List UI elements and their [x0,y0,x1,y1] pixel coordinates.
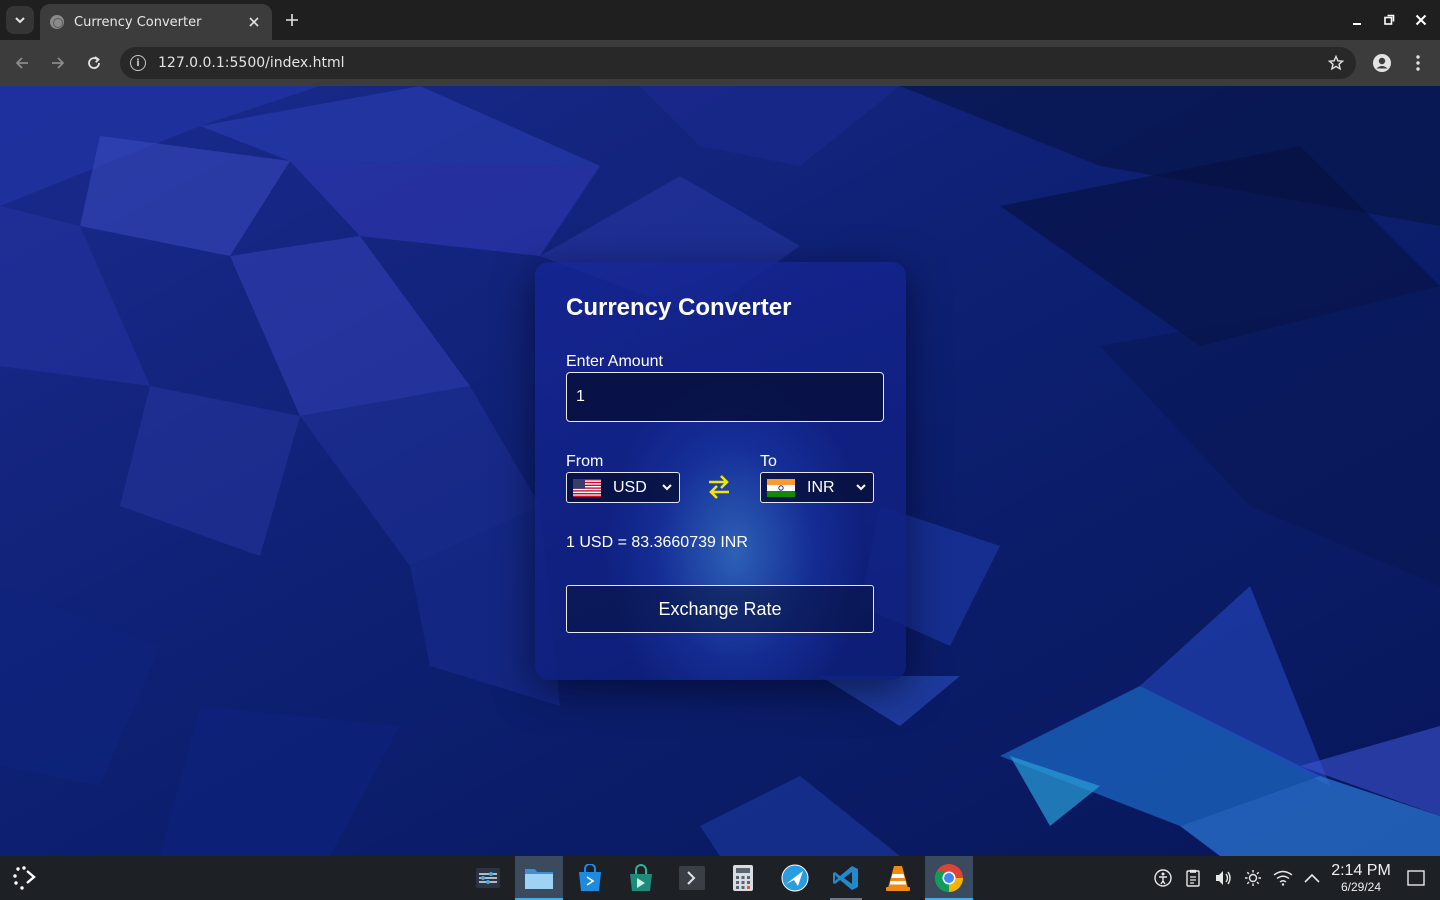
us-flag-icon [573,478,601,497]
close-icon [249,17,259,27]
from-label: From [566,453,604,470]
chrome-icon [934,864,963,893]
tray-expand-button[interactable] [1302,868,1322,888]
to-label: To [760,453,777,470]
arrow-left-icon [15,57,28,69]
kebab-menu-icon [1416,55,1420,71]
launcher-icon [13,866,36,890]
from-currency-value: USD [613,478,647,496]
swap-currencies-button[interactable] [707,472,731,502]
taskbar-vscode[interactable] [822,856,870,900]
taskbar-discover[interactable] [566,856,614,900]
minimize-icon [1353,23,1361,25]
chevron-up-icon [1304,873,1320,883]
restore-button[interactable] [1379,10,1399,30]
tab-title: Currency Converter [74,14,202,30]
amount-input[interactable]: 1 [566,372,884,422]
tray-accessibility[interactable] [1153,868,1173,888]
taskbar-terminal[interactable] [668,856,716,900]
browser-toolbar: i 127.0.0.1:5500/index.html [0,40,1440,86]
close-icon [1415,14,1427,26]
back-button[interactable] [10,51,34,75]
star-icon [1328,55,1344,71]
close-tab-button[interactable] [246,14,262,30]
reload-button[interactable] [82,51,106,75]
tray-volume[interactable] [1213,868,1233,888]
globe-icon [50,15,64,29]
system-clock[interactable]: 2:14 PM 6/29/24 [1324,862,1398,894]
swap-arrows-icon [709,475,729,499]
tray-clipboard[interactable] [1183,868,1203,888]
file-manager-icon [525,869,553,889]
tray-brightness[interactable] [1243,868,1263,888]
browser-icon [781,864,809,892]
taskbar-store[interactable] [617,856,665,900]
india-flag-icon [767,478,795,497]
address-bar[interactable]: i 127.0.0.1:5500/index.html [120,47,1356,79]
amount-label: Enter Amount [566,353,663,370]
active-tab[interactable]: Currency Converter [40,4,272,40]
page-viewport: Currency Converter Enter Amount 1 From U… [0,86,1440,856]
plus-icon [286,14,298,26]
taskbar-calculator[interactable] [719,856,767,900]
exchange-rate-result: 1 USD = 83.3660739 INR [566,534,748,551]
tray-wifi[interactable] [1273,868,1293,888]
chevron-down-icon [855,483,867,493]
close-window-button[interactable] [1411,10,1431,30]
clock-time: 2:14 PM [1331,862,1391,879]
new-tab-button[interactable] [280,8,304,32]
converter-card: Currency Converter Enter Amount 1 From U… [535,262,906,680]
restore-icon [1384,14,1395,25]
show-desktop-button[interactable] [1406,868,1426,888]
system-settings-icon [476,868,500,888]
bookmark-star-button[interactable] [1322,49,1350,77]
taskbar-chrome[interactable] [925,856,973,900]
taskbar-system-settings[interactable] [464,856,512,900]
taskbar-file-manager[interactable] [515,856,563,900]
reload-icon [88,56,100,69]
store-icon [630,864,652,891]
amount-value: 1 [576,388,585,405]
arrow-right-icon [52,57,65,69]
site-info-icon[interactable]: i [130,55,146,71]
profile-button[interactable] [1370,51,1394,75]
to-currency-value: INR [807,478,835,496]
wifi-icon [1273,870,1293,886]
to-currency-select[interactable]: INR [760,472,874,503]
taskbar: 2:14 PM 6/29/24 [0,856,1440,900]
browser-menu-button[interactable] [1406,51,1430,75]
exchange-rate-button[interactable]: Exchange Rate [566,585,874,633]
vlc-icon [886,866,910,891]
show-desktop-icon [1407,870,1425,886]
brightness-icon [1245,870,1261,886]
accessibility-icon [1154,869,1172,887]
from-currency-select[interactable]: USD [566,472,680,503]
minimize-button[interactable] [1347,10,1367,30]
vscode-icon [833,866,858,890]
terminal-icon [679,866,705,890]
forward-button[interactable] [46,51,70,75]
taskbar-browser[interactable] [771,856,819,900]
clock-date: 6/29/24 [1340,880,1382,894]
chevron-down-icon [661,483,673,493]
taskbar-vlc[interactable] [874,856,922,900]
volume-icon [1216,871,1231,885]
chevron-down-icon [15,17,25,24]
url-text[interactable]: 127.0.0.1:5500/index.html [158,55,1322,71]
calculator-icon [733,865,753,891]
clipboard-icon [1186,869,1200,887]
discover-store-icon [579,864,601,891]
profile-icon [1373,54,1391,72]
tab-search-button[interactable] [6,6,34,34]
app-launcher-button[interactable] [10,864,40,892]
converter-title: Currency Converter [566,294,792,321]
browser-tab-bar: Currency Converter [0,0,1440,40]
